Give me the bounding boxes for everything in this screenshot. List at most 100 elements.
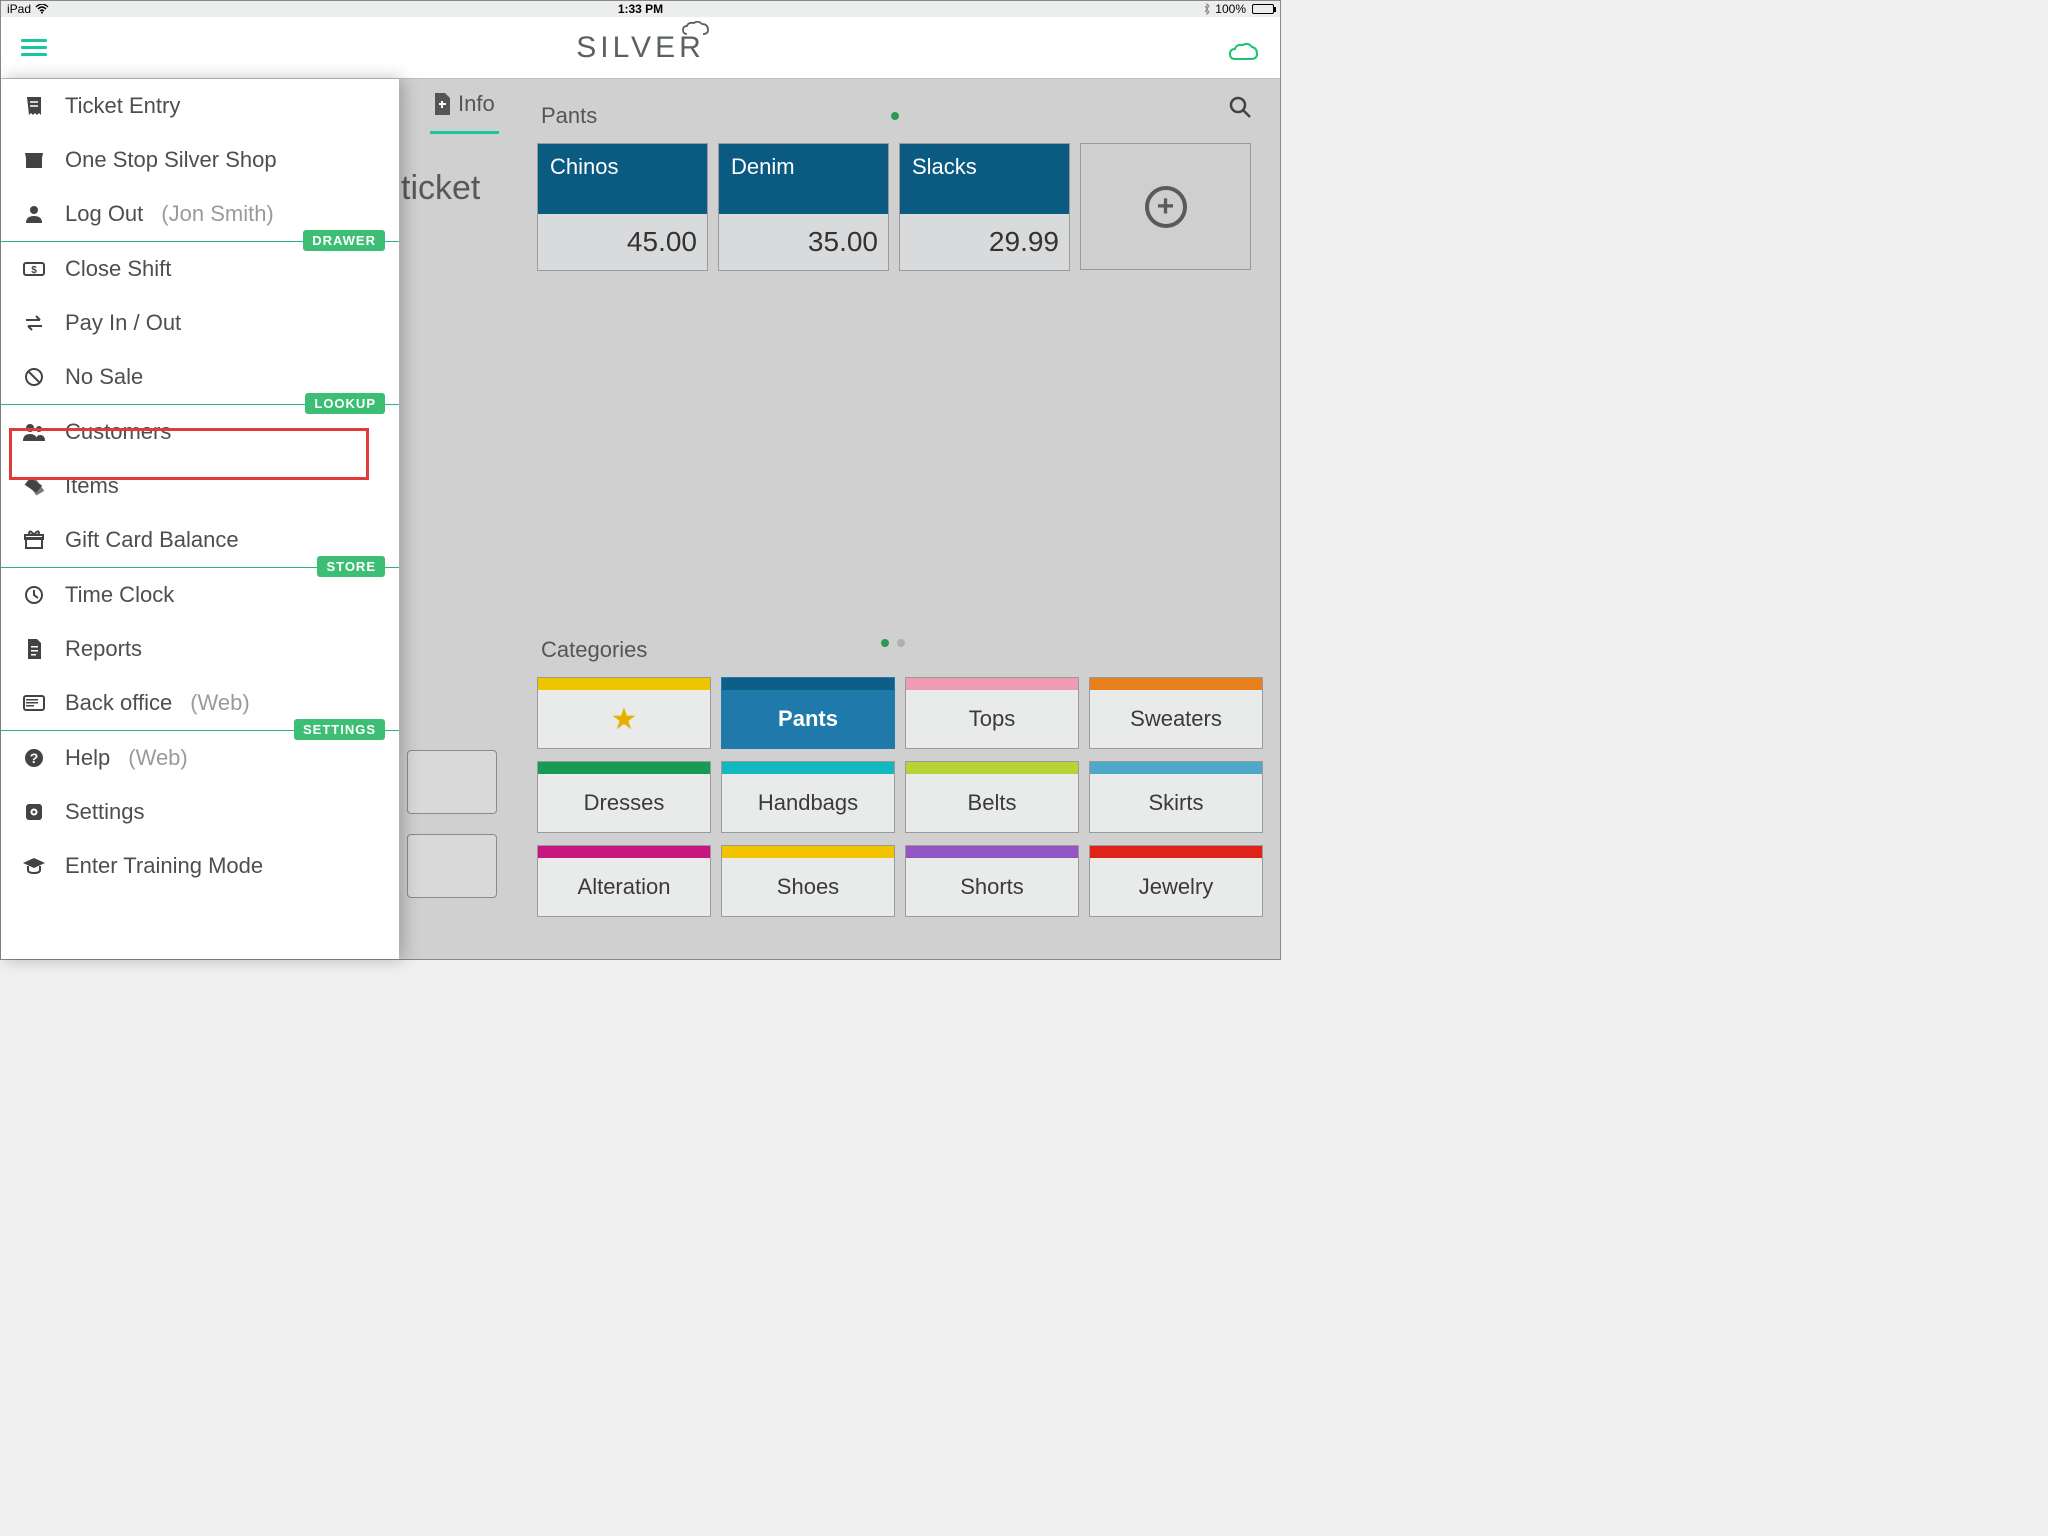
menu-item-label: Ticket Entry xyxy=(65,93,180,119)
bluetooth-icon xyxy=(1203,3,1211,15)
category-tile[interactable]: Belts xyxy=(905,761,1079,833)
item-tile[interactable]: Slacks29.99 xyxy=(899,143,1070,271)
page-title: ticket xyxy=(401,169,480,208)
gear-icon xyxy=(21,801,47,823)
person-icon xyxy=(21,203,47,225)
section-badge: DRAWER xyxy=(303,230,385,251)
add-item-button[interactable]: + xyxy=(1080,143,1251,270)
category-stripe xyxy=(1090,678,1262,690)
menu-item-label: Customers xyxy=(65,419,171,445)
menu-item-label: Pay In / Out xyxy=(65,310,181,336)
category-label: Skirts xyxy=(1090,774,1262,832)
menu-item-label: No Sale xyxy=(65,364,143,390)
category-tile[interactable]: Skirts xyxy=(1089,761,1263,833)
hamburger-menu-button[interactable] xyxy=(21,39,47,57)
menu-item-label: Settings xyxy=(65,799,145,825)
category-label: Pants xyxy=(722,690,894,748)
page-dot-inactive xyxy=(897,639,905,647)
doc-icon xyxy=(21,637,47,661)
page-dot-active xyxy=(881,639,889,647)
swap-icon xyxy=(21,314,47,332)
category-tile[interactable]: Tops xyxy=(905,677,1079,749)
menu-section-divider: SETTINGS xyxy=(1,730,399,731)
category-label: Sweaters xyxy=(1090,690,1262,748)
cash-icon: $ xyxy=(21,260,47,278)
menu-item-pay-in-out[interactable]: Pay In / Out xyxy=(1,296,399,350)
menu-item-suffix: (Web) xyxy=(190,690,250,716)
help-icon: ? xyxy=(21,747,47,769)
menu-item-one-stop-silver-shop[interactable]: One Stop Silver Shop xyxy=(1,133,399,187)
category-stripe xyxy=(906,762,1078,774)
menu-item-label: Reports xyxy=(65,636,142,662)
section-badge: SETTINGS xyxy=(294,719,385,740)
menu-item-label: Gift Card Balance xyxy=(65,527,239,553)
category-tile[interactable]: Shoes xyxy=(721,845,895,917)
menu-item-label: Back office xyxy=(65,690,172,716)
category-label: ★ xyxy=(538,690,710,748)
gift-icon xyxy=(21,529,47,551)
nosale-icon xyxy=(21,366,47,388)
app-logo: SILVER xyxy=(576,31,705,65)
item-price: 45.00 xyxy=(538,214,707,270)
category-tile[interactable]: Jewelry xyxy=(1089,845,1263,917)
category-stripe xyxy=(722,762,894,774)
sync-status-icon[interactable] xyxy=(1228,43,1258,63)
items-section-header: Pants xyxy=(541,103,1241,129)
category-tile[interactable]: Shorts xyxy=(905,845,1079,917)
menu-item-label: Items xyxy=(65,473,119,499)
app-header: SILVER xyxy=(1,17,1280,79)
category-tile[interactable]: Handbags xyxy=(721,761,895,833)
category-label: Handbags xyxy=(722,774,894,832)
people-icon xyxy=(21,422,47,442)
category-stripe xyxy=(722,846,894,858)
menu-item-suffix: (Jon Smith) xyxy=(161,201,273,227)
category-tile[interactable]: Dresses xyxy=(537,761,711,833)
menu-item-items[interactable]: Items xyxy=(1,459,399,513)
category-label: Shorts xyxy=(906,858,1078,916)
category-tile[interactable]: Alteration xyxy=(537,845,711,917)
item-price: 35.00 xyxy=(719,214,888,270)
menu-section-divider: DRAWER xyxy=(1,241,399,242)
ghost-button[interactable] xyxy=(407,834,497,898)
category-tile[interactable]: Pants xyxy=(721,677,895,749)
battery-percent: 100% xyxy=(1215,2,1246,16)
menu-item-ticket-entry[interactable]: Ticket Entry xyxy=(1,79,399,133)
item-tile[interactable]: Denim35.00 xyxy=(718,143,889,271)
category-stripe xyxy=(538,678,710,690)
menu-item-enter-training-mode[interactable]: Enter Training Mode xyxy=(1,839,399,893)
web-icon xyxy=(21,693,47,713)
categories-section-header: Categories xyxy=(541,637,647,663)
menu-section-divider: LOOKUP xyxy=(1,404,399,405)
category-stripe xyxy=(906,846,1078,858)
store-icon xyxy=(21,149,47,171)
category-label: Jewelry xyxy=(1090,858,1262,916)
star-icon: ★ xyxy=(611,702,638,737)
category-label: Tops xyxy=(906,690,1078,748)
tab-info[interactable]: Info xyxy=(430,91,499,134)
menu-item-reports[interactable]: Reports xyxy=(1,622,399,676)
category-tile[interactable]: Sweaters xyxy=(1089,677,1263,749)
plus-icon: + xyxy=(1145,186,1187,228)
clock-icon xyxy=(21,584,47,606)
menu-item-label: One Stop Silver Shop xyxy=(65,147,277,173)
menu-item-label: Close Shift xyxy=(65,256,171,282)
info-plus-icon xyxy=(432,92,452,116)
category-stripe xyxy=(538,846,710,858)
device-label: iPad xyxy=(7,2,31,16)
ghost-button[interactable] xyxy=(407,750,497,814)
category-stripe xyxy=(1090,846,1262,858)
search-button[interactable] xyxy=(1228,95,1252,119)
svg-text:$: $ xyxy=(31,265,37,276)
menu-item-label: Time Clock xyxy=(65,582,174,608)
category-tile[interactable]: ★ xyxy=(537,677,711,749)
clock: 1:33 PM xyxy=(618,2,663,16)
category-stripe xyxy=(538,762,710,774)
menu-item-settings[interactable]: Settings xyxy=(1,785,399,839)
cloud-icon xyxy=(681,21,711,37)
items-grid: Chinos45.00Denim35.00Slacks29.99 + xyxy=(537,143,1251,271)
side-menu: Ticket EntryOne Stop Silver ShopLog Out … xyxy=(1,79,399,959)
tags-icon xyxy=(21,475,47,497)
item-tile[interactable]: Chinos45.00 xyxy=(537,143,708,271)
grad-icon xyxy=(21,856,47,876)
menu-section-divider: STORE xyxy=(1,567,399,568)
